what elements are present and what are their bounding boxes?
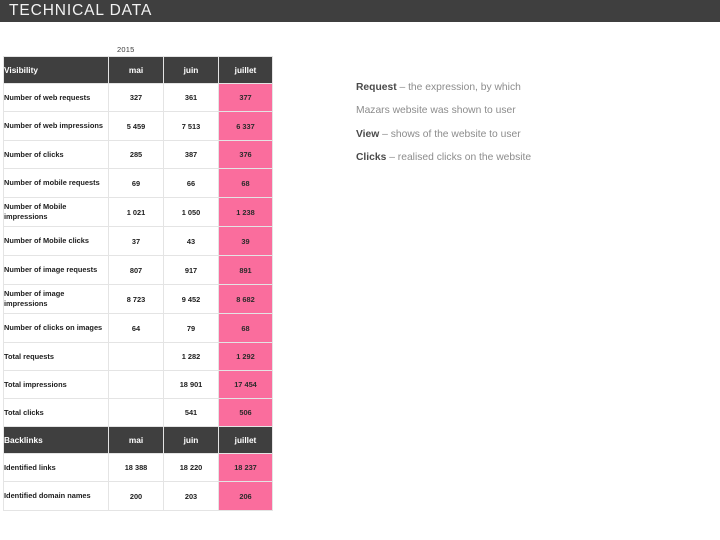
legend-description: – realised clicks on the website [386,152,531,163]
table-row: Identified links18 38818 22018 237 [4,454,273,482]
cell-value-highlight: 506 [219,399,273,427]
row-label: Number of clicks [4,141,109,169]
table-row: Number of image requests807917891 [4,256,273,285]
row-label: Number of Mobile impressions [4,198,109,227]
cell-value-highlight: 377 [219,84,273,112]
cell-value: 79 [164,314,219,343]
cell-value [109,371,164,399]
legend-description: – the expression, by which [397,82,521,93]
row-label: Number of mobile requests [4,169,109,198]
cell-value [109,399,164,427]
cell-value: 18 388 [109,454,164,482]
legend-line: Request – the expression, by which [356,83,656,93]
technical-data-table: VisibilitymaijuinjuilletNumber of web re… [3,56,273,511]
cell-value: 917 [164,256,219,285]
legend-line: Clicks – realised clicks on the website [356,153,656,163]
row-label: Total clicks [4,399,109,427]
cell-value: 1 282 [164,343,219,371]
legend-term: Request [356,82,397,93]
cell-value: 200 [109,482,164,511]
legend-description: Mazars website was shown to user [356,105,516,116]
cell-value: 387 [164,141,219,169]
legend-term: View [356,129,379,140]
row-label: Identified domain names [4,482,109,511]
cell-value-highlight: 376 [219,141,273,169]
cell-value: 64 [109,314,164,343]
cell-value: 18 901 [164,371,219,399]
legend-panel: Request – the expression, by which Mazars… [356,83,656,176]
column-header-month: juillet [219,427,273,454]
table-section-header: Backlinksmaijuinjuillet [4,427,273,454]
cell-value-highlight: 68 [219,169,273,198]
column-header-month: juin [164,427,219,454]
cell-value: 285 [109,141,164,169]
cell-value-highlight: 8 682 [219,285,273,314]
cell-value: 5 459 [109,112,164,141]
column-header-month: mai [109,57,164,84]
table-row: Number of clicks285387376 [4,141,273,169]
cell-value: 1 021 [109,198,164,227]
column-header-month: juillet [219,57,273,84]
table-row: Number of Mobile clicks374339 [4,227,273,256]
table-row: Number of image impressions8 7239 4528 6… [4,285,273,314]
cell-value [109,343,164,371]
cell-value-highlight: 68 [219,314,273,343]
cell-value-highlight: 1 292 [219,343,273,371]
cell-value: 7 513 [164,112,219,141]
row-label: Total impressions [4,371,109,399]
cell-value: 541 [164,399,219,427]
cell-value: 361 [164,84,219,112]
table-row: Number of clicks on images647968 [4,314,273,343]
cell-value: 69 [109,169,164,198]
table-row: Total impressions 18 90117 454 [4,371,273,399]
cell-value-highlight: 206 [219,482,273,511]
section-title: Backlinks [4,427,109,454]
legend-term: Clicks [356,152,386,163]
legend-line: View – shows of the website to user [356,130,656,140]
table-row: Identified domain names200203206 [4,482,273,511]
row-label: Number of image impressions [4,285,109,314]
section-title: Visibility [4,57,109,84]
table-row: Total clicks 541506 [4,399,273,427]
table-row: Number of web impressions5 4597 5136 337 [4,112,273,141]
cell-value-highlight: 891 [219,256,273,285]
legend-line: Mazars website was shown to user [356,106,656,116]
cell-value-highlight: 39 [219,227,273,256]
row-label: Number of web requests [4,84,109,112]
page-title: TECHNICAL DATA [0,3,152,19]
row-label: Total requests [4,343,109,371]
cell-value-highlight: 18 237 [219,454,273,482]
legend-description: – shows of the website to user [379,129,520,140]
cell-value: 43 [164,227,219,256]
table-row: Total requests 1 2821 292 [4,343,273,371]
cell-value-highlight: 6 337 [219,112,273,141]
row-label: Identified links [4,454,109,482]
cell-value-highlight: 17 454 [219,371,273,399]
cell-value: 8 723 [109,285,164,314]
table-row: Number of Mobile impressions1 0211 0501 … [4,198,273,227]
row-label: Number of image requests [4,256,109,285]
column-header-month: mai [109,427,164,454]
cell-value: 327 [109,84,164,112]
cell-value-highlight: 1 238 [219,198,273,227]
cell-value: 1 050 [164,198,219,227]
cell-value: 18 220 [164,454,219,482]
cell-value: 807 [109,256,164,285]
year-label: 2015 [117,45,135,54]
table-row: Number of web requests327361377 [4,84,273,112]
column-header-month: juin [164,57,219,84]
title-bar: TECHNICAL DATA [0,0,720,22]
cell-value: 9 452 [164,285,219,314]
table-row: Number of mobile requests696668 [4,169,273,198]
row-label: Number of clicks on images [4,314,109,343]
cell-value: 66 [164,169,219,198]
cell-value: 203 [164,482,219,511]
row-label: Number of Mobile clicks [4,227,109,256]
table-section-header: Visibilitymaijuinjuillet [4,57,273,84]
row-label: Number of web impressions [4,112,109,141]
cell-value: 37 [109,227,164,256]
